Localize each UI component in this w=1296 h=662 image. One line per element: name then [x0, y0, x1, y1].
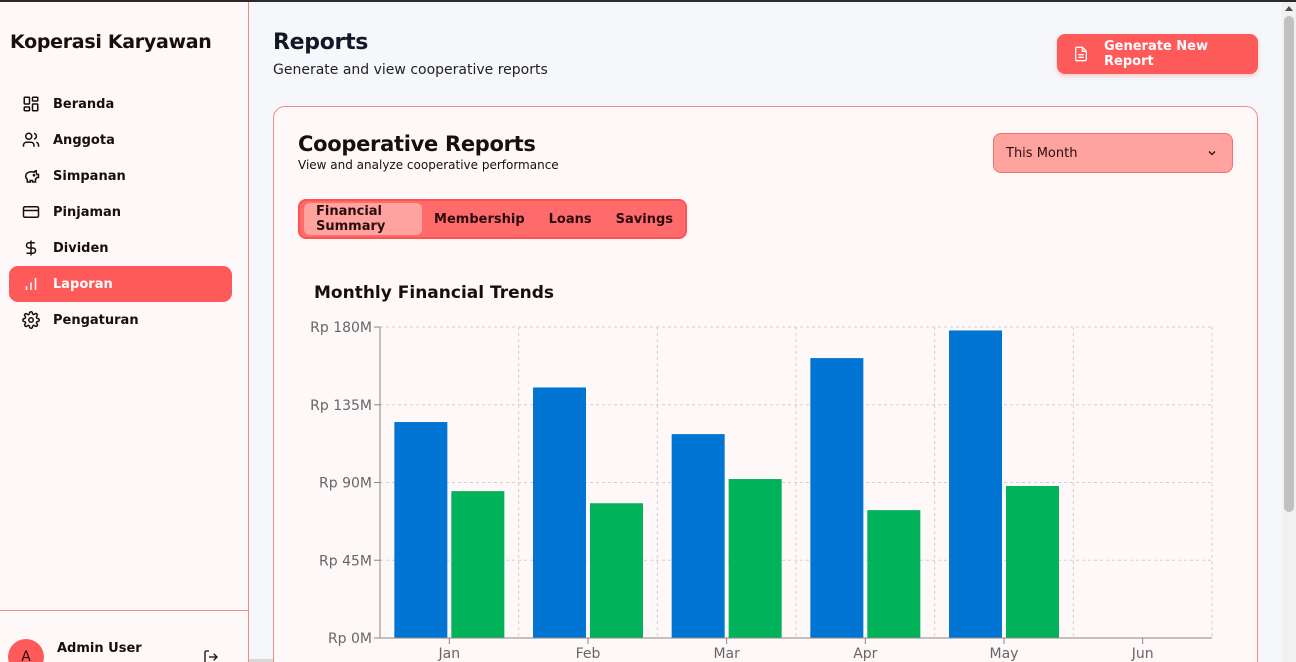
sidebar-item-anggota[interactable]: Anggota — [9, 122, 232, 158]
sidebar-item-label: Anggota — [53, 132, 115, 148]
sidebar-item-label: Pengaturan — [53, 312, 139, 328]
sidebar-item-label: Beranda — [53, 96, 115, 112]
users-icon — [21, 130, 41, 150]
chart-bar — [867, 510, 921, 638]
x-tick-label: May — [990, 646, 1019, 662]
chart-bar — [728, 479, 782, 638]
grid-icon — [21, 94, 41, 114]
generate-report-label: Generate New Report — [1104, 39, 1209, 69]
bar-chart-icon — [21, 274, 41, 294]
avatar[interactable]: A — [8, 639, 44, 662]
sidebar-item-pinjaman[interactable]: Pinjaman — [9, 194, 232, 230]
sidebar-item-dividen[interactable]: Dividen — [9, 230, 232, 266]
chart-bar — [590, 503, 643, 638]
bar-chart: Rp 0M Rp 45M Rp 90M Rp 135M Rp 180M Jan Feb Mar… — [310, 320, 1213, 662]
sidebar-nav: Beranda Anggota Simpanan Pinjaman Divide… — [9, 86, 232, 338]
page-title: Reports — [273, 30, 369, 55]
vertical-scrollbar[interactable] — [1282, 2, 1296, 662]
sidebar: Koperasi Karyawan Beranda Anggota Simpan… — [0, 2, 249, 662]
y-tick-label: Rp 45M — [319, 553, 372, 569]
page-subtitle: Generate and view cooperative reports — [273, 62, 548, 78]
y-tick-label: Rp 180M — [310, 320, 372, 336]
chart-bar — [671, 434, 725, 638]
user-name: Admin User — [57, 641, 142, 656]
scroll-up-arrow[interactable] — [1285, 6, 1293, 11]
x-tick-label: Mar — [713, 646, 740, 662]
gear-icon — [21, 310, 41, 330]
x-tick-label: Jan — [438, 646, 461, 662]
sidebar-item-label: Laporan — [53, 276, 113, 292]
logout-icon[interactable] — [203, 649, 221, 662]
chart-bar — [949, 330, 1002, 638]
sidebar-item-pengaturan[interactable]: Pengaturan — [9, 302, 232, 338]
brand-name: Koperasi Karyawan — [10, 31, 212, 53]
reports-card: Cooperative Reports View and analyze coo… — [273, 106, 1258, 662]
sidebar-item-label: Pinjaman — [53, 204, 122, 220]
generate-report-button[interactable]: Generate New Report — [1057, 34, 1258, 74]
chart-bar — [394, 422, 448, 638]
piggy-bank-icon — [21, 166, 41, 186]
file-icon — [1073, 46, 1089, 62]
x-tick-label: Jun — [1131, 646, 1154, 662]
y-tick-label: Rp 0M — [328, 631, 372, 647]
chart-bar — [810, 358, 864, 638]
chart-bar — [1006, 485, 1059, 638]
sidebar-item-beranda[interactable]: Beranda — [9, 86, 232, 122]
credit-card-icon — [21, 202, 41, 222]
sidebar-item-label: Dividen — [53, 240, 109, 256]
dollar-icon — [21, 238, 41, 258]
chart-bar — [451, 491, 505, 638]
chart-bar — [533, 387, 586, 638]
scroll-thumb[interactable] — [1284, 16, 1294, 512]
sidebar-item-laporan[interactable]: Laporan — [9, 266, 232, 302]
sidebar-item-label: Simpanan — [53, 168, 126, 184]
y-tick-label: Rp 90M — [319, 476, 372, 492]
y-tick-label: Rp 135M — [310, 398, 372, 414]
x-tick-label: Apr — [853, 646, 877, 662]
sidebar-item-simpanan[interactable]: Simpanan — [9, 158, 232, 194]
sidebar-footer: A Admin User — [0, 610, 248, 662]
x-tick-label: Feb — [576, 646, 601, 662]
